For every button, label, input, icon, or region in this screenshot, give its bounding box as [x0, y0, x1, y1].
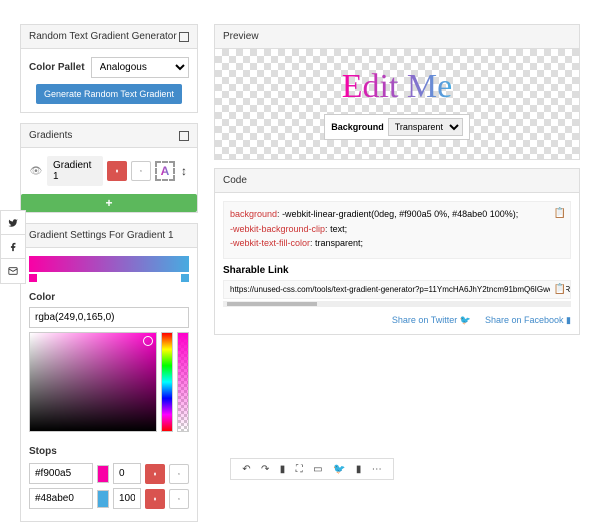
panel-title: Preview [215, 25, 579, 49]
panel-title: Gradient Settings For Gradient 1 [29, 230, 174, 241]
folder-icon[interactable]: ▭ [313, 464, 322, 475]
stop-row [29, 488, 189, 509]
add-gradient-button[interactable] [21, 194, 197, 212]
stop-position-input[interactable] [113, 463, 141, 484]
gradient-track[interactable] [29, 274, 189, 282]
copy-icon[interactable]: 📋 [550, 284, 566, 295]
email-icon[interactable] [1, 259, 25, 283]
redo-icon[interactable]: ↷ [261, 464, 269, 475]
share-twitter-link[interactable]: Share on Twitter 🐦 [392, 315, 471, 326]
preview-bg-label: Background [331, 122, 384, 132]
stop-swatch[interactable] [97, 490, 109, 508]
sharable-link-box[interactable]: https://unused-css.com/tools/text-gradie… [223, 280, 571, 299]
gradients-panel: Gradients 👁 Gradient 1 A ↕ [20, 123, 198, 213]
undo-icon[interactable]: ↶ [242, 464, 250, 475]
preview-text[interactable]: Edit Me [342, 68, 452, 106]
stop-row [29, 463, 189, 484]
expand-icon[interactable]: ⛶ [296, 464, 303, 475]
share-facebook-link[interactable]: Share on Facebook ▮ [485, 315, 571, 326]
delete-gradient-button[interactable] [107, 161, 127, 181]
collapse-icon[interactable] [179, 32, 189, 42]
color-hue-slider[interactable] [161, 332, 173, 432]
stops-header: Stops [29, 446, 189, 457]
preview-panel: Preview Edit Me Background Transparent [214, 24, 580, 160]
facebook-share-icon[interactable]: ▮ [356, 464, 362, 475]
stop-swatch[interactable] [97, 465, 109, 483]
delete-stop-button[interactable] [145, 489, 165, 509]
color-pallet-select[interactable]: Analogous [91, 57, 189, 78]
gradient-stop-handle[interactable] [29, 274, 37, 282]
color-alpha-slider[interactable] [177, 332, 189, 432]
color-pallet-label: Color Pallet [29, 62, 85, 73]
preview-background-selector: Background Transparent [324, 114, 470, 140]
collapse-icon[interactable] [179, 131, 189, 141]
code-panel: Code background: -webkit-linear-gradient… [214, 168, 580, 335]
duplicate-stop-button[interactable] [169, 464, 189, 484]
bottom-toolbar: ↶ ↷ ▮ ⛶ ▭ 🐦 ▮ ⋯ [230, 458, 394, 480]
gradient-settings-panel: Gradient Settings For Gradient 1 Color S… [20, 223, 198, 522]
gradient-stop-handle[interactable] [181, 274, 189, 282]
gradient-preview-icon: A [155, 161, 175, 181]
stop-hex-input[interactable] [29, 463, 93, 484]
drag-handle-icon[interactable]: ↕ [179, 164, 189, 178]
visibility-icon[interactable]: 👁 [29, 166, 43, 177]
copy-icon[interactable]: 📋 [554, 206, 566, 221]
stop-position-input[interactable] [113, 488, 141, 509]
stop-hex-input[interactable] [29, 488, 93, 509]
sharable-link-label: Sharable Link [223, 265, 571, 276]
color-header: Color [29, 292, 189, 303]
duplicate-stop-button[interactable] [169, 489, 189, 509]
color-input[interactable] [29, 307, 189, 328]
more-icon[interactable]: ⋯ [372, 464, 382, 475]
panel-title: Gradients [29, 130, 72, 141]
twitter-share-icon[interactable]: 🐦 [333, 464, 345, 475]
preview-bg-select[interactable]: Transparent [388, 118, 463, 136]
panel-title: Random Text Gradient Generator [29, 31, 177, 42]
code-output[interactable]: background: -webkit-linear-gradient(0deg… [223, 201, 571, 259]
duplicate-gradient-button[interactable] [131, 161, 151, 181]
generate-button[interactable]: Generate Random Text Gradient [36, 84, 182, 104]
twitter-icon[interactable] [1, 211, 25, 235]
gradient-name[interactable]: Gradient 1 [47, 156, 103, 186]
plus-icon [105, 196, 112, 210]
facebook-icon[interactable] [1, 235, 25, 259]
random-generator-panel: Random Text Gradient Generator Color Pal… [20, 24, 198, 113]
gradient-row: 👁 Gradient 1 A ↕ [29, 156, 189, 186]
gradient-bar[interactable] [29, 256, 189, 272]
social-rail [0, 210, 26, 284]
file-icon[interactable]: ▮ [280, 464, 286, 475]
color-picker[interactable] [29, 332, 189, 432]
delete-stop-button[interactable] [145, 464, 165, 484]
color-saturation-area[interactable] [29, 332, 157, 432]
panel-title: Code [223, 175, 247, 186]
scrollbar[interactable] [223, 301, 571, 307]
